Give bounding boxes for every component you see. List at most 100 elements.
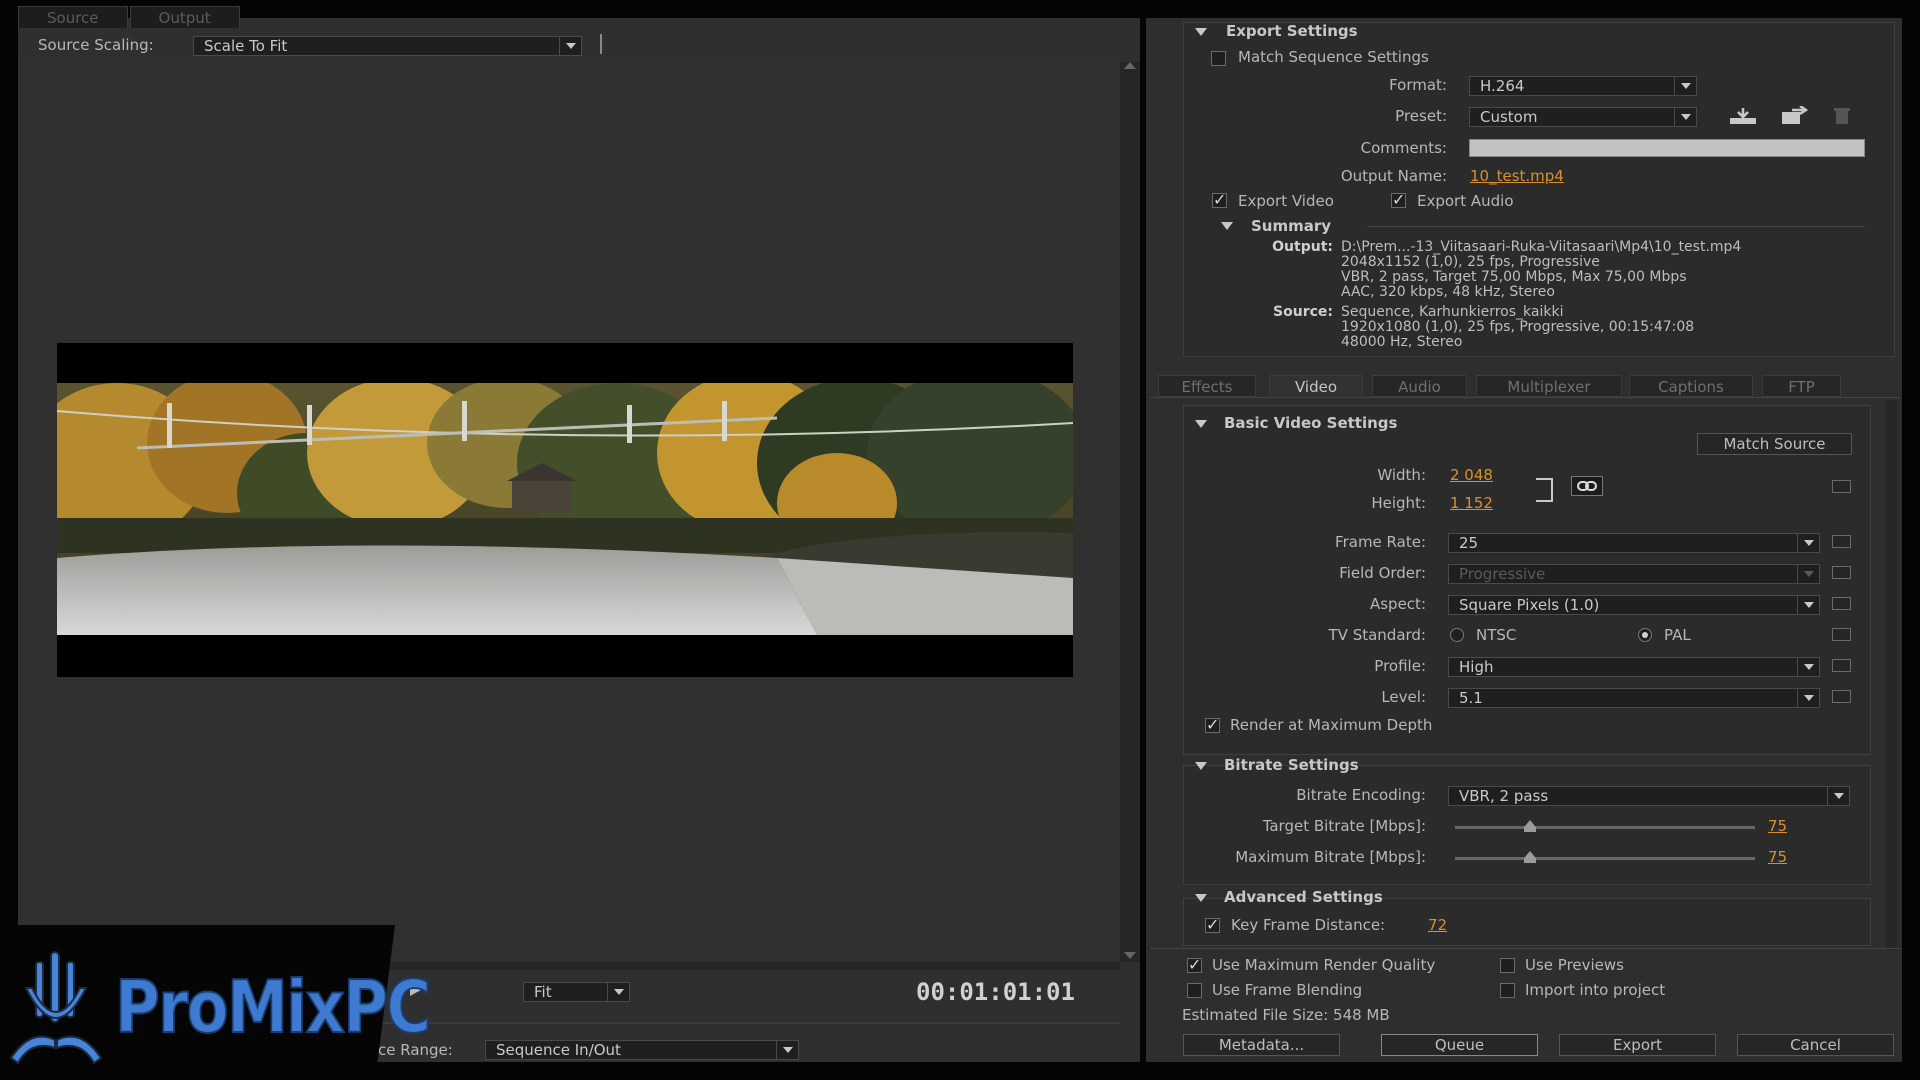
maximum-bitrate-value[interactable]: 75 (1768, 848, 1787, 866)
ntsc-radio[interactable] (1450, 628, 1464, 642)
aspect-dropdown[interactable]: Square Pixels (1.0) (1448, 595, 1820, 615)
tab-multiplexer[interactable]: Multiplexer (1476, 375, 1622, 397)
delete-preset-icon[interactable] (1832, 106, 1852, 126)
chevron-down-icon (1797, 565, 1819, 583)
metadata-button[interactable]: Metadata... (1183, 1034, 1340, 1056)
timecode-display[interactable]: 00:01:01:01 (916, 978, 1075, 1006)
format-label: Format: (1389, 76, 1447, 94)
tab-captions[interactable]: Captions (1629, 375, 1753, 397)
tab-source[interactable]: Source (18, 6, 128, 28)
import-preset-icon[interactable] (1778, 106, 1808, 126)
summary-source-label: Source: (1273, 304, 1333, 320)
settings-scrollbar[interactable] (1885, 400, 1897, 950)
tv-standard-toggle[interactable] (1832, 628, 1851, 641)
format-dropdown[interactable]: H.264 (1469, 76, 1697, 96)
field-order-toggle[interactable] (1832, 566, 1851, 579)
chevron-down-icon (607, 983, 629, 1001)
scroll-down-icon[interactable] (1124, 952, 1136, 959)
export-video-checkbox[interactable] (1212, 190, 1227, 209)
level-value: 5.1 (1459, 689, 1483, 707)
queue-button[interactable]: Queue (1381, 1034, 1538, 1056)
level-dropdown[interactable]: 5.1 (1448, 688, 1820, 708)
summary-source-line-1: Sequence, Karhunkierros_kaikki (1341, 304, 1564, 320)
export-button[interactable]: Export (1559, 1034, 1716, 1056)
export-audio-checkbox[interactable] (1391, 190, 1406, 209)
advanced-title: Advanced Settings (1224, 888, 1383, 906)
vertical-scrollbar[interactable] (1120, 62, 1140, 962)
chevron-down-icon (1827, 787, 1849, 805)
frame-rate-dropdown[interactable]: 25 (1448, 533, 1820, 553)
aspect-toggle[interactable] (1832, 597, 1851, 610)
divider (1367, 226, 1865, 227)
level-label: Level: (1381, 688, 1426, 706)
preset-value: Custom (1480, 108, 1538, 126)
summary-output-label: Output: (1272, 239, 1333, 255)
text-cursor (600, 34, 602, 54)
field-order-value: Progressive (1459, 565, 1546, 583)
format-value: H.264 (1480, 77, 1525, 95)
estimated-file-size: Estimated File Size: 548 MB (1182, 1006, 1390, 1024)
profile-dropdown[interactable]: High (1448, 657, 1820, 677)
summary-source-line-3: 48000 Hz, Stereo (1341, 334, 1463, 350)
tab-audio[interactable]: Audio (1372, 375, 1467, 397)
comments-input[interactable] (1469, 139, 1865, 157)
field-order-dropdown[interactable]: Progressive (1448, 564, 1820, 584)
trident-logo-icon (9, 951, 103, 1065)
maximum-bitrate-slider[interactable] (1455, 857, 1755, 860)
collapse-triangle-icon[interactable] (1195, 894, 1207, 902)
tab-ftp[interactable]: FTP (1762, 375, 1841, 397)
use-previews-label: Use Previews (1525, 956, 1624, 974)
profile-value: High (1459, 658, 1494, 676)
profile-label: Profile: (1374, 657, 1426, 675)
chevron-down-icon (1797, 689, 1819, 707)
chevron-down-icon (1674, 108, 1696, 126)
width-height-toggle[interactable] (1832, 480, 1851, 493)
import-into-project-label: Import into project (1525, 981, 1666, 999)
width-value[interactable]: 2 048 (1450, 466, 1493, 484)
profile-toggle[interactable] (1832, 659, 1851, 672)
ntsc-label: NTSC (1476, 626, 1517, 644)
chevron-down-icon (1797, 658, 1819, 676)
collapse-triangle-icon[interactable] (1195, 420, 1207, 428)
bitrate-encoding-dropdown[interactable]: VBR, 2 pass (1448, 786, 1850, 806)
use-previews-checkbox[interactable] (1500, 958, 1515, 973)
bitrate-encoding-value: VBR, 2 pass (1459, 787, 1549, 805)
source-scaling-dropdown[interactable]: Scale To Fit (193, 36, 582, 56)
output-name-link[interactable]: 10_test.mp4 (1470, 167, 1564, 185)
summary-source-line-2: 1920x1080 (1,0), 25 fps, Progressive, 00… (1341, 319, 1695, 335)
pal-radio[interactable] (1638, 628, 1652, 642)
source-scaling-label: Source Scaling: (38, 36, 154, 54)
key-frame-distance-value[interactable]: 72 (1428, 916, 1447, 934)
target-bitrate-slider[interactable] (1455, 826, 1755, 829)
tab-video[interactable]: Video (1269, 375, 1363, 397)
level-toggle[interactable] (1832, 690, 1851, 703)
chevron-down-icon (1797, 596, 1819, 614)
collapse-triangle-icon[interactable] (1221, 222, 1233, 230)
chevron-down-icon (559, 37, 581, 55)
tab-output[interactable]: Output (129, 6, 240, 28)
width-label: Width: (1377, 466, 1426, 484)
import-into-project-checkbox[interactable] (1500, 983, 1515, 998)
source-range-dropdown[interactable]: Sequence In/Out (485, 1040, 799, 1060)
key-frame-distance-checkbox[interactable] (1205, 915, 1220, 934)
scroll-up-icon[interactable] (1124, 62, 1136, 69)
aspect-label: Aspect: (1369, 595, 1426, 613)
match-sequence-checkbox[interactable] (1211, 51, 1226, 66)
basic-video-title: Basic Video Settings (1224, 414, 1398, 432)
save-preset-icon[interactable] (1728, 106, 1758, 126)
use-frame-blending-checkbox[interactable] (1187, 983, 1202, 998)
match-source-button[interactable]: Match Source (1697, 433, 1852, 455)
summary-output-line-4: AAC, 320 kbps, 48 kHz, Stereo (1341, 284, 1555, 300)
cancel-button[interactable]: Cancel (1737, 1034, 1894, 1056)
height-value[interactable]: 1 152 (1450, 494, 1493, 512)
fit-dropdown[interactable]: Fit (523, 982, 630, 1002)
collapse-triangle-icon[interactable] (1195, 762, 1207, 770)
chain-link-icon[interactable] (1571, 476, 1603, 496)
frame-rate-toggle[interactable] (1832, 535, 1851, 548)
collapse-triangle-icon[interactable] (1195, 28, 1207, 36)
preset-dropdown[interactable]: Custom (1469, 107, 1697, 127)
target-bitrate-value[interactable]: 75 (1768, 817, 1787, 835)
render-max-depth-checkbox[interactable] (1205, 715, 1220, 734)
use-max-render-checkbox[interactable] (1187, 955, 1202, 974)
tab-effects[interactable]: Effects (1158, 375, 1256, 397)
